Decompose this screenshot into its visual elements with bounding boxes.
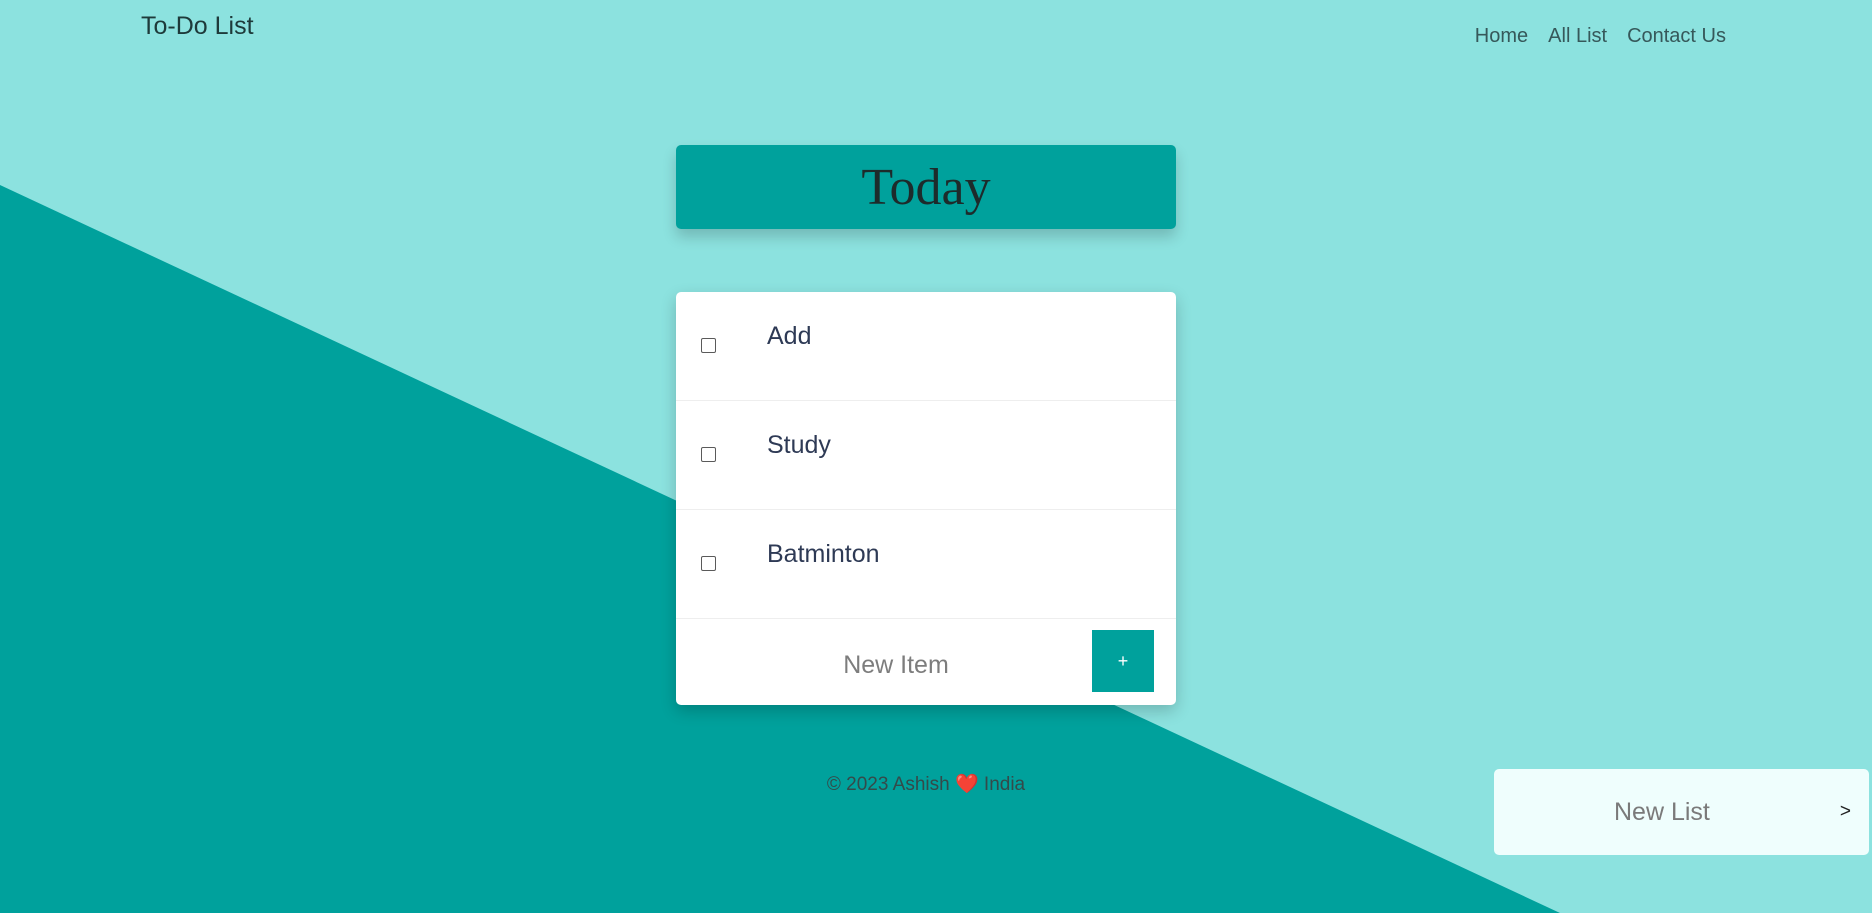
checkbox-icon[interactable] [701,556,716,571]
list-item: Study [676,401,1176,510]
item-label: Add [767,322,812,350]
list-title-box: Today [676,145,1176,229]
list-title: Today [861,158,991,216]
footer-country: India [983,774,1026,795]
chevron-right-icon: > [1839,801,1851,822]
new-list-label: New List [1614,798,1710,826]
nav-all-list-link[interactable]: All List [1548,25,1607,48]
add-item-button[interactable]: + [1092,630,1154,692]
new-list-button[interactable]: New List > [1494,769,1869,855]
footer-copyright: © 2023 Ashish [826,774,950,795]
heart-icon: ❤️ [954,774,979,795]
checkbox-icon[interactable] [701,447,716,462]
brand-title[interactable]: To-Do List [141,12,254,41]
new-item-input[interactable] [696,637,1096,693]
plus-icon: + [1117,650,1129,671]
list-item: Batminton [676,510,1176,619]
top-nav: Home All List Contact Us [1475,25,1726,48]
list-item: Add [676,292,1176,401]
nav-home-link[interactable]: Home [1475,25,1528,48]
item-label: Study [767,431,831,459]
checkbox-icon[interactable] [701,338,716,353]
nav-contact-us-link[interactable]: Contact Us [1627,25,1726,48]
item-label: Batminton [767,540,880,568]
